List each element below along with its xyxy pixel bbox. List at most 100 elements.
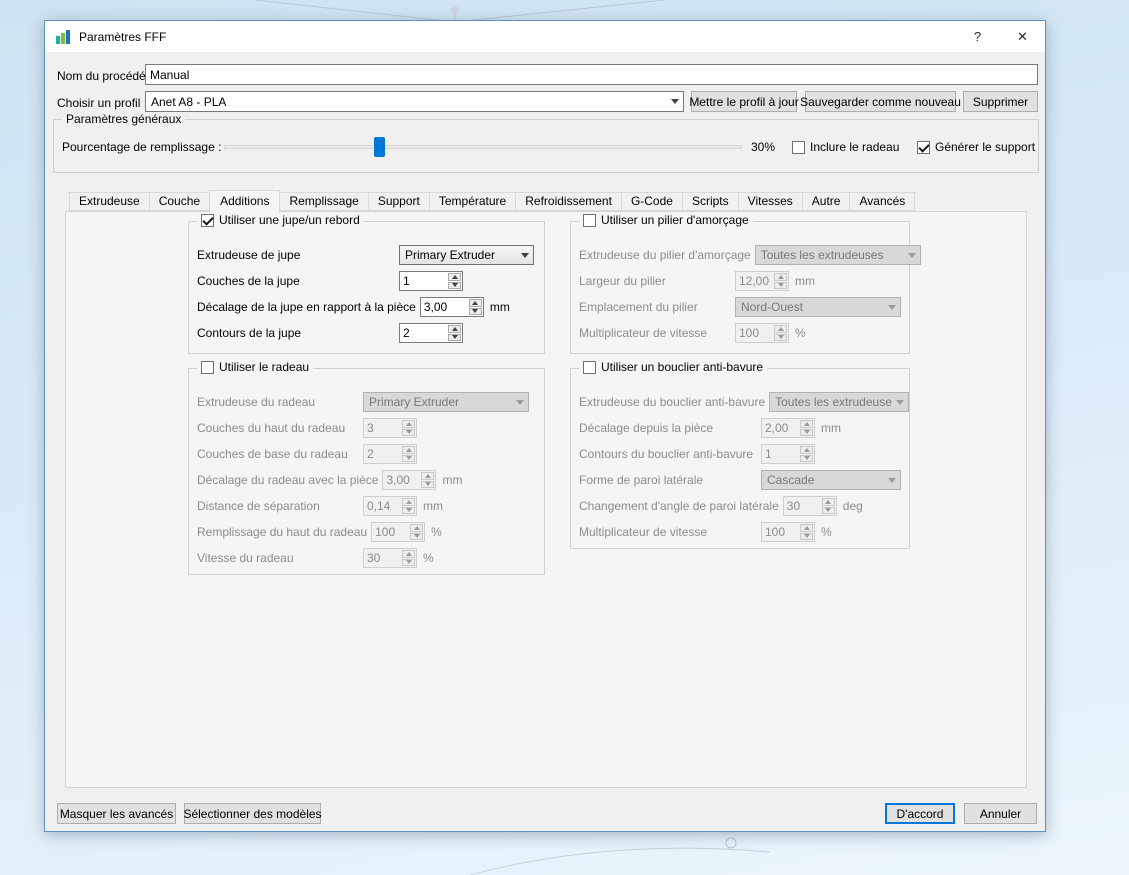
decalage-du-radeau-avec-la-piece-spinbox[interactable]: 3,00 xyxy=(382,470,437,490)
extrudeuse-du-bouclier-anti-bavure-select[interactable]: Toutes les extrudeuses xyxy=(769,392,910,412)
distance-de-separation-spinbox[interactable]: 0,14 xyxy=(363,496,417,516)
chevron-down-icon xyxy=(892,399,908,405)
include-raft-checkbox[interactable]: Inclure le radeau xyxy=(792,140,899,154)
ok-button[interactable]: D'accord xyxy=(885,803,955,824)
spin-down-button[interactable] xyxy=(448,333,461,341)
select-value: Toutes les extrudeuses xyxy=(775,395,893,409)
changement-d-angle-de-paroi-laterale-spinbox[interactable]: 30 xyxy=(782,496,837,516)
spin-up-button[interactable] xyxy=(468,299,482,307)
contours-de-la-jupe-spinbox[interactable]: 2 xyxy=(399,323,463,343)
profile-select[interactable]: Anet A8 - PLA xyxy=(145,91,684,112)
tab-couche[interactable]: Couche xyxy=(148,192,211,211)
decalage-depuis-la-piece-spinbox[interactable]: 2,00 xyxy=(761,418,815,438)
spin-up-button[interactable] xyxy=(800,524,813,532)
help-button[interactable]: ? xyxy=(955,21,1000,52)
spin-up-button[interactable] xyxy=(402,498,415,506)
use-ooze-shield-checkbox[interactable]: Utiliser un bouclier anti-bavure xyxy=(579,360,768,374)
unit-label: mm xyxy=(423,499,443,513)
remplissage-du-haut-du-radeau-spinbox[interactable]: 100 xyxy=(371,522,426,542)
couches-du-haut-du-radeau-spinbox[interactable]: 3 xyxy=(363,418,417,438)
multiplicateur-de-vitesse-spinbox[interactable]: 100 xyxy=(761,522,815,542)
multiplicateur-de-vitesse-spinbox[interactable]: 100 xyxy=(735,323,789,343)
process-name-input[interactable] xyxy=(145,64,1038,85)
tab-g-code[interactable]: G-Code xyxy=(620,192,683,211)
tab-support[interactable]: Support xyxy=(367,192,430,211)
hide-advanced-button[interactable]: Masquer les avancés xyxy=(57,803,176,824)
spin-up-button[interactable] xyxy=(402,550,415,558)
use-prime-pillar-checkbox[interactable]: Utiliser un pilier d'amorçage xyxy=(579,213,753,227)
decalage-de-la-jupe-en-rapport-a-la-piece-spinbox[interactable]: 3,00 xyxy=(419,297,484,317)
couches-de-base-du-radeau-spinbox[interactable]: 2 xyxy=(363,444,417,464)
infill-slider[interactable] xyxy=(224,137,742,157)
spin-up-button[interactable] xyxy=(448,273,461,281)
emplacement-du-pilier-select[interactable]: Nord-Ouest xyxy=(735,297,901,317)
spin-buttons xyxy=(420,471,435,489)
close-button[interactable]: ✕ xyxy=(1000,21,1045,52)
forme-de-paroi-laterale-select[interactable]: Cascade xyxy=(761,470,901,490)
slider-thumb[interactable] xyxy=(374,137,386,157)
spin-up-button[interactable] xyxy=(410,524,424,532)
tab-remplissage[interactable]: Remplissage xyxy=(279,192,369,211)
tab-autre[interactable]: Autre xyxy=(801,192,851,211)
spin-up-button[interactable] xyxy=(774,325,787,333)
slider-track[interactable] xyxy=(224,145,742,149)
spin-up-button[interactable] xyxy=(800,420,813,428)
update-profile-button[interactable]: Mettre le profil à jour xyxy=(689,91,799,112)
largeur-du-pilier-spinbox[interactable]: 12,00 xyxy=(735,271,789,291)
use-skirt-checkbox[interactable]: Utiliser une jupe/un rebord xyxy=(197,213,364,227)
spin-up-button[interactable] xyxy=(821,498,835,506)
spin-up-button[interactable] xyxy=(421,472,435,480)
contours-du-bouclier-anti-bavure-spinbox[interactable]: 1 xyxy=(761,444,815,464)
extrudeuse-de-jupe-select[interactable]: Primary Extruder xyxy=(399,245,534,265)
couches-de-la-jupe-spinbox[interactable]: 1 xyxy=(399,271,463,291)
spin-up-button[interactable] xyxy=(448,325,461,333)
use-raft-checkbox[interactable]: Utiliser le radeau xyxy=(197,360,314,374)
spin-buttons xyxy=(409,523,424,541)
tab-scripts[interactable]: Scripts xyxy=(681,192,739,211)
general-settings-title: Paramètres généraux xyxy=(62,112,186,127)
cancel-button[interactable]: Annuler xyxy=(964,803,1037,824)
spin-down-button[interactable] xyxy=(402,428,415,436)
spin-down-button[interactable] xyxy=(800,428,813,436)
delete-profile-button[interactable]: Supprimer xyxy=(963,91,1038,112)
emplacement-du-pilier-label: Emplacement du pilier xyxy=(579,300,698,314)
tab-vitesses[interactable]: Vitesses xyxy=(737,192,803,211)
vitesse-du-radeau-spinbox[interactable]: 30 xyxy=(363,548,417,568)
spin-buttons xyxy=(401,549,416,567)
spin-value: 3,00 xyxy=(423,300,448,314)
unit-label: mm xyxy=(795,274,815,288)
general-settings-group: Paramètres généraux Pourcentage de rempl… xyxy=(53,112,1039,173)
spin-down-button[interactable] xyxy=(774,281,787,289)
tab-avances[interactable]: Avancés xyxy=(849,192,916,211)
spin-down-button[interactable] xyxy=(421,480,435,488)
save-as-new-button[interactable]: Sauvegarder comme nouveau xyxy=(800,91,961,112)
extrudeuse-du-radeau-select[interactable]: Primary Extruder xyxy=(363,392,529,412)
spin-up-button[interactable] xyxy=(800,446,813,454)
spin-down-button[interactable] xyxy=(448,281,461,289)
spin-up-button[interactable] xyxy=(402,446,415,454)
spin-down-button[interactable] xyxy=(410,532,424,540)
generate-support-checkbox[interactable]: Générer le support xyxy=(917,140,1035,154)
spin-up-button[interactable] xyxy=(402,420,415,428)
spin-value: 12,00 xyxy=(739,274,770,288)
spin-down-button[interactable] xyxy=(821,506,835,514)
tab-refroidissement[interactable]: Refroidissement xyxy=(515,192,622,211)
select-models-button[interactable]: Sélectionner des modèles xyxy=(183,803,322,824)
tab-temperature[interactable]: Température xyxy=(428,192,517,211)
unit-label: % xyxy=(821,525,832,539)
tab-additions[interactable]: Additions xyxy=(209,190,281,213)
spin-down-button[interactable] xyxy=(800,454,813,462)
spin-down-button[interactable] xyxy=(402,454,415,462)
spin-up-button[interactable] xyxy=(774,273,787,281)
spin-down-button[interactable] xyxy=(774,333,787,341)
spin-down-button[interactable] xyxy=(800,532,813,540)
chevron-down-icon xyxy=(884,477,900,483)
spin-buttons xyxy=(799,445,814,463)
extrudeuse-du-pilier-d-amorcage-select[interactable]: Toutes les extrudeuses xyxy=(754,245,921,265)
spin-down-button[interactable] xyxy=(468,307,482,315)
spin-down-button[interactable] xyxy=(402,506,415,514)
tab-extrudeuse[interactable]: Extrudeuse xyxy=(69,192,150,211)
spin-down-button[interactable] xyxy=(402,558,415,566)
titlebar[interactable]: Paramètres FFF ? ✕ xyxy=(45,21,1045,52)
couches-de-base-du-radeau-label: Couches de base du radeau xyxy=(197,447,348,461)
